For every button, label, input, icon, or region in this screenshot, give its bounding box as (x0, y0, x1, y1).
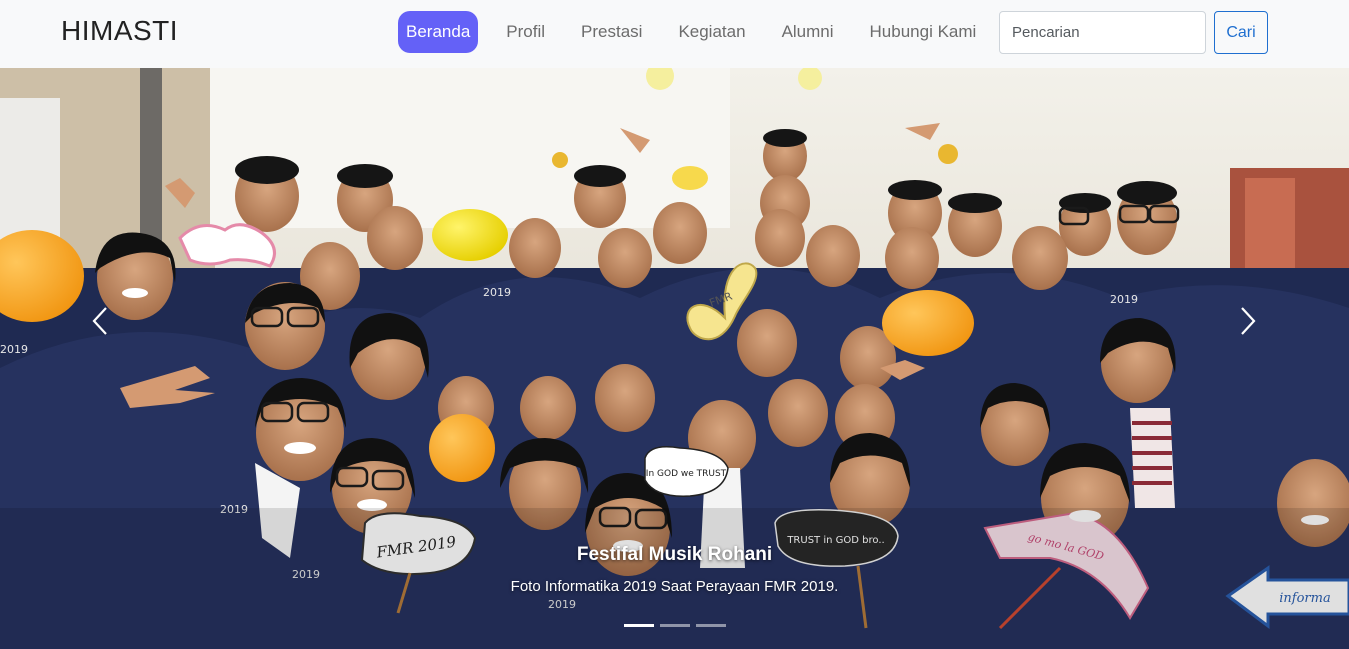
nav-link-alumni[interactable]: Alumni (764, 11, 852, 53)
nav-link-profil[interactable]: Profil (488, 11, 563, 53)
carousel-indicator-1[interactable] (624, 624, 654, 627)
svg-text:In GOD we TRUST: In GOD we TRUST (646, 469, 727, 479)
chevron-right-icon (1240, 306, 1256, 341)
carousel: FMR 2019 FMR In GOD we TRUST TRUST in GO… (0, 68, 1349, 649)
carousel-prev-button[interactable] (80, 298, 120, 348)
svg-text:2019: 2019 (483, 286, 511, 299)
nav-link-prestasi[interactable]: Prestasi (563, 11, 660, 53)
carousel-indicators (624, 624, 726, 627)
sign-mask (178, 223, 276, 268)
nav-link-kegiatan[interactable]: Kegiatan (660, 11, 763, 53)
carousel-next-button[interactable] (1228, 298, 1268, 348)
chevron-left-icon (92, 306, 108, 341)
svg-text:2019: 2019 (0, 343, 28, 356)
carousel-caption-title: Festifal Musik Rohani (576, 544, 773, 565)
search-button[interactable]: Cari (1214, 11, 1268, 54)
nav-link-beranda[interactable]: Beranda (398, 11, 479, 53)
carousel-indicator-3[interactable] (696, 624, 726, 627)
nav-link-hubungi-kami[interactable]: Hubungi Kami (852, 11, 995, 53)
nav-links: Beranda Profil Prestasi Kegiatan Alumni … (398, 11, 994, 53)
brand-logo[interactable]: HIMASTI (61, 15, 178, 47)
carousel-caption-text: Foto Informatika 2019 Saat Perayaan FMR … (510, 578, 839, 595)
carousel-indicator-2[interactable] (660, 624, 690, 627)
svg-text:2019: 2019 (1110, 293, 1138, 306)
search-input[interactable] (999, 11, 1206, 54)
navbar: HIMASTI Beranda Profil Prestasi Kegiatan… (0, 0, 1349, 68)
